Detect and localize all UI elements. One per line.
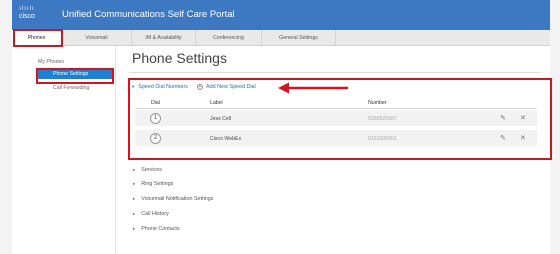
annotation-arrow-icon: [278, 82, 348, 94]
page-title: Phone Settings: [132, 50, 227, 66]
collapsed-caret-icon: ▸: [133, 211, 136, 216]
collapsed-caret-icon: ▸: [133, 181, 136, 186]
section-voicemail-notification-settings[interactable]: ▸ Voicemail Notification Settings: [133, 196, 213, 202]
tab-general-settings[interactable]: General Settings: [262, 30, 336, 46]
sidebar-item-call-forwarding[interactable]: Call Forwarding: [38, 85, 89, 91]
top-header-bar: ılıılı cisco Unified Communications Self…: [12, 0, 550, 30]
annotation-box-phone-settings: [36, 68, 114, 84]
collapsed-caret-icon: ▸: [133, 196, 136, 201]
app-title: Unified Communications Self Care Portal: [62, 9, 235, 20]
section-label[interactable]: Phone Contacts: [141, 226, 179, 232]
section-label[interactable]: Ring Settings: [141, 181, 173, 187]
section-label[interactable]: Call History: [141, 211, 169, 217]
main-tab-bar: Phones Voicemail IM & Availability Confe…: [12, 30, 550, 46]
section-call-history[interactable]: ▸ Call History: [133, 211, 169, 217]
annotation-box-phones-tab: [13, 29, 63, 47]
sidebar-item-my-phones[interactable]: My Phones: [38, 59, 64, 65]
section-label[interactable]: Voicemail Notification Settings: [141, 196, 213, 202]
cisco-logo-bars: ılıılı: [19, 6, 35, 12]
collapsed-caret-icon: ▸: [133, 226, 136, 231]
tab-voicemail[interactable]: Voicemail: [62, 30, 132, 46]
title-divider: [129, 72, 541, 73]
tab-im-availability[interactable]: IM & Availability: [132, 30, 196, 46]
section-phone-contacts[interactable]: ▸ Phone Contacts: [133, 226, 180, 232]
cisco-logo-text: cisco: [19, 13, 35, 20]
tab-conferencing[interactable]: Conferencing: [196, 30, 262, 46]
collapsed-caret-icon: ▸: [133, 167, 136, 172]
section-ring-settings[interactable]: ▸ Ring Settings: [133, 181, 173, 187]
section-label[interactable]: Services: [141, 167, 162, 173]
section-services[interactable]: ▸ Services: [133, 167, 162, 173]
cisco-logo: ılıılı cisco: [19, 6, 35, 20]
